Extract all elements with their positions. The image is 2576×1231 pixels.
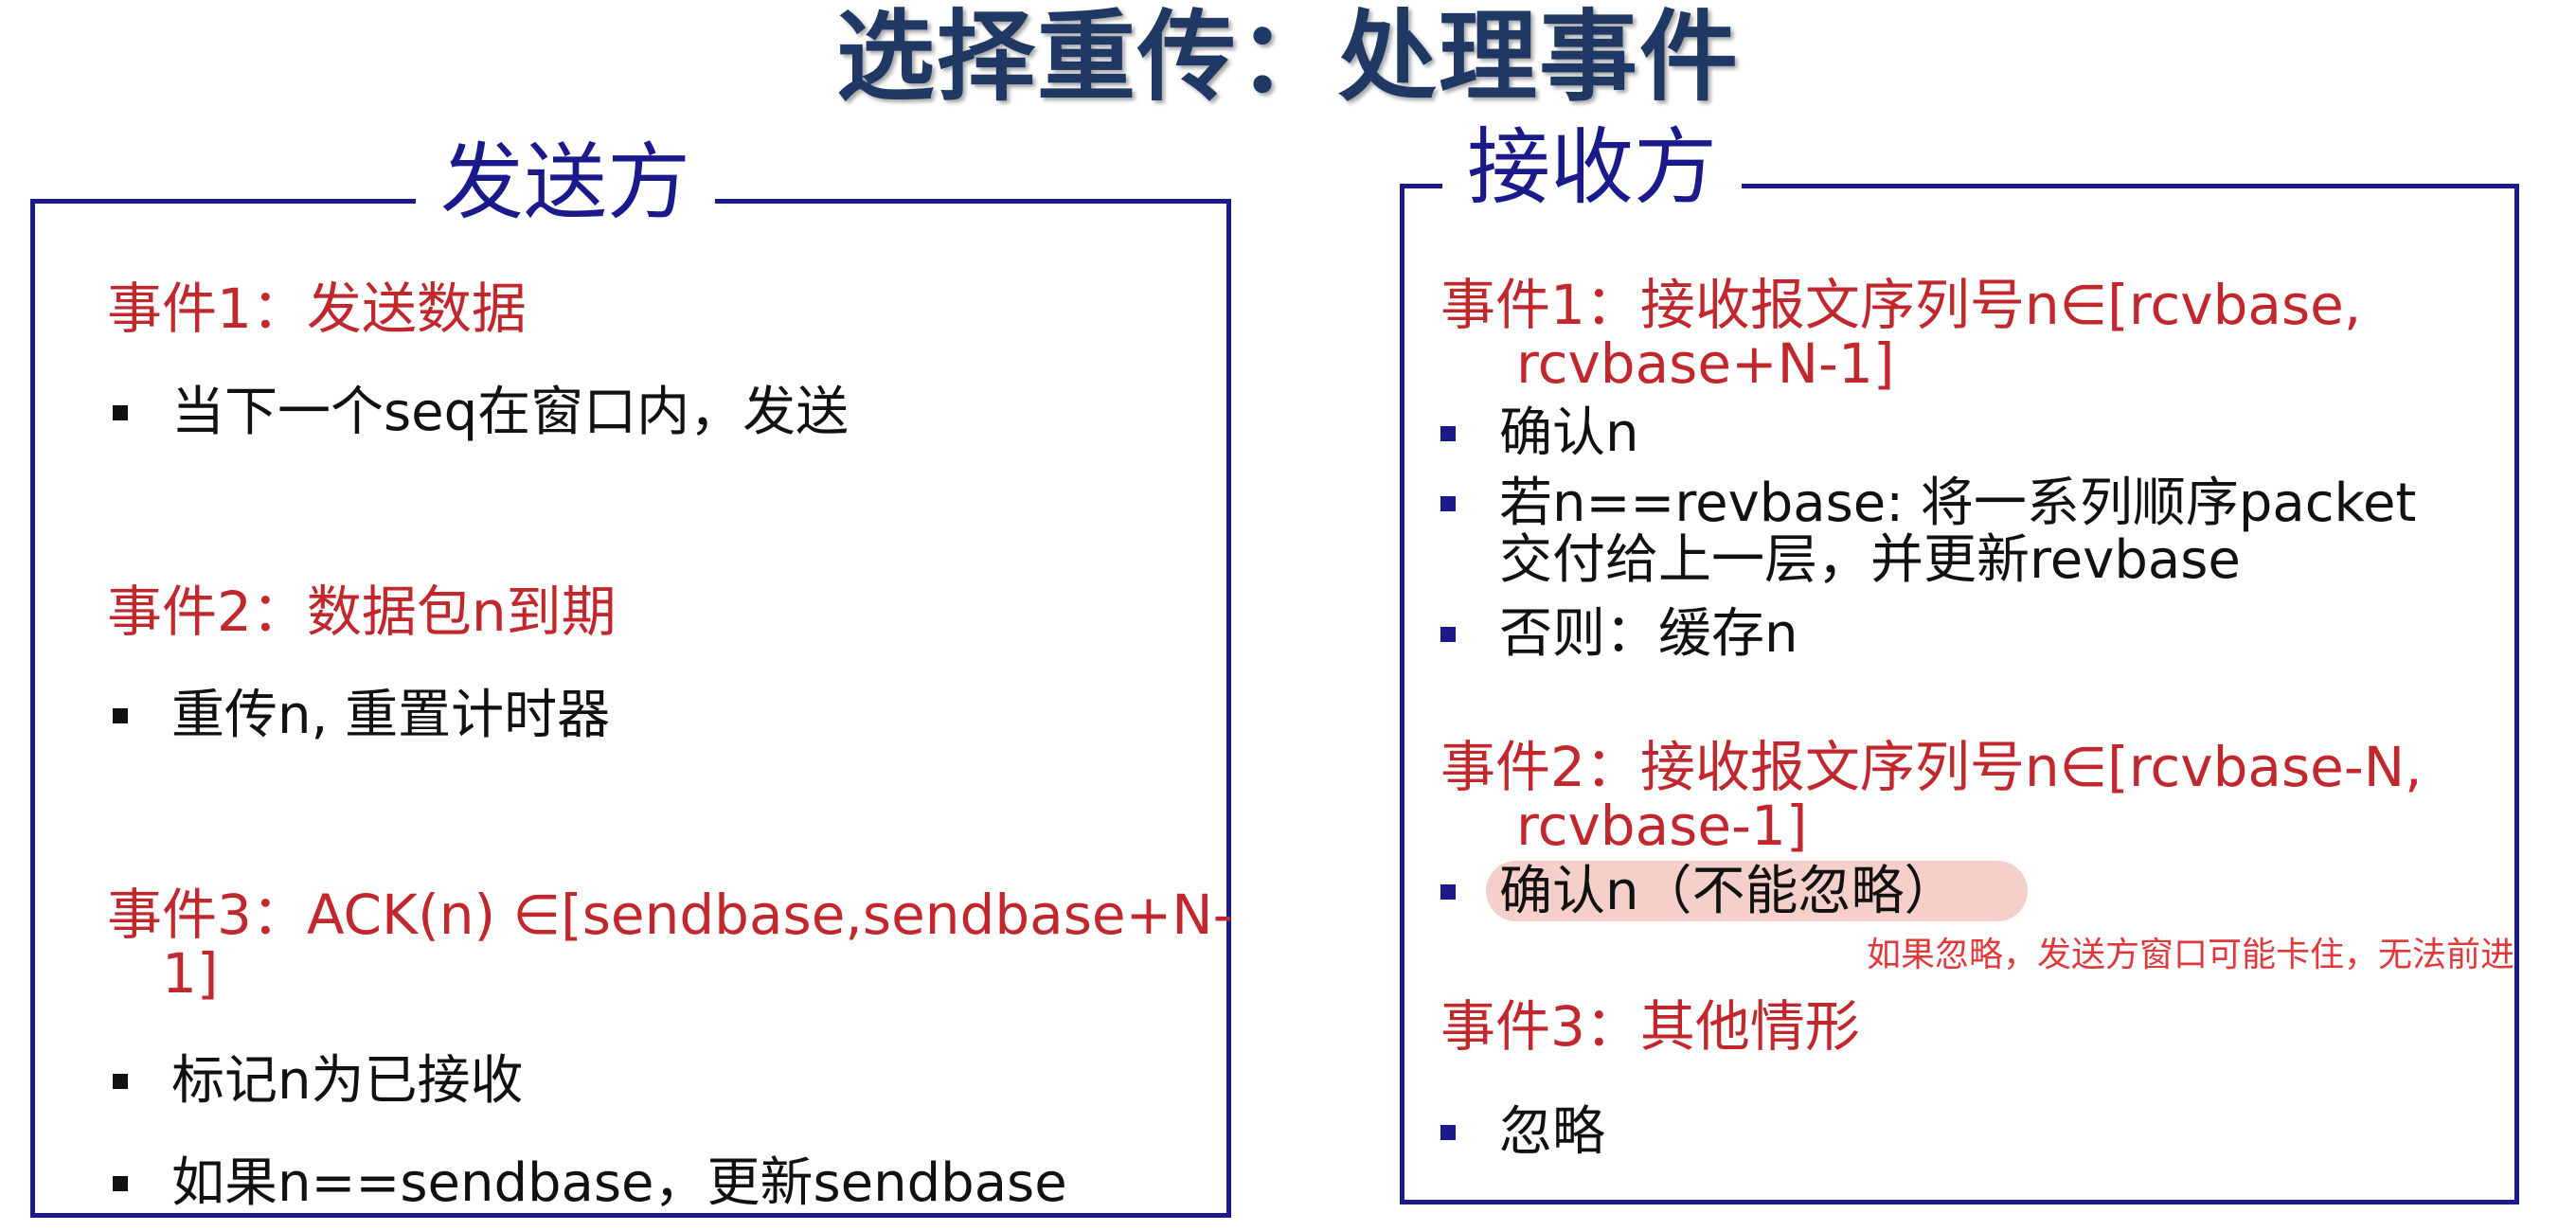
bullet-square-icon xyxy=(113,405,128,420)
bullet-square-icon xyxy=(1440,426,1456,441)
receiver-event-1-title-line1: 事件1：接收报文序列号n∈[rcvbase, xyxy=(1440,273,2362,337)
receiver-panel: 接收方 事件1：接收报文序列号n∈[rcvbase, rcvbase+N-1] … xyxy=(1400,120,2519,1204)
receiver-event-2-title-line2: rcvbase-1] xyxy=(1516,794,1808,858)
bullet-square-icon xyxy=(1440,496,1456,511)
bullet-square-icon xyxy=(1440,627,1456,642)
page-title: 选择重传：处理事件 xyxy=(835,0,1740,115)
bullet-square-icon xyxy=(1440,1125,1456,1140)
bullet-square-icon xyxy=(113,708,128,723)
receiver-event-1-title-line2: rcvbase+N-1] xyxy=(1516,331,1895,396)
sender-panel: 发送方 事件1：发送数据 当下一个seq在窗口内，发送 事件2：数据包n到期 重… xyxy=(30,135,1233,1218)
receiver-event-2-title: 事件2：接收报文序列号n∈[rcvbase-N, rcvbase-1] xyxy=(1440,738,2423,855)
bullet-square-icon xyxy=(113,1176,128,1191)
receiver-heading: 接收方 xyxy=(1442,120,1743,215)
bullet-square-icon xyxy=(113,1074,128,1089)
receiver-event-3-title: 事件3：其他情形 xyxy=(1440,994,1860,1059)
sender-heading: 发送方 xyxy=(416,135,716,230)
sender-event-2-title: 事件2：数据包n到期 xyxy=(107,580,617,644)
bullet-square-icon xyxy=(1440,884,1456,900)
sender-event-1-title: 事件1：发送数据 xyxy=(107,277,527,341)
annotation-note: 如果忽略，发送方窗口可能卡住，无法前进 xyxy=(1867,936,2515,974)
receiver-event-2-title-line1: 事件2：接收报文序列号n∈[rcvbase-N, xyxy=(1440,735,2423,799)
sender-event-3-title-line2: 1] xyxy=(162,941,219,1006)
receiver-event-1-title: 事件1：接收报文序列号n∈[rcvbase, rcvbase+N-1] xyxy=(1440,276,2361,393)
sender-event-3-title-line1: 事件3：ACK(n) ∈[sendbase,sendbase+N- xyxy=(107,883,1233,947)
sender-event-3-title: 事件3：ACK(n) ∈[sendbase,sendbase+N- 1] xyxy=(107,885,1233,1003)
